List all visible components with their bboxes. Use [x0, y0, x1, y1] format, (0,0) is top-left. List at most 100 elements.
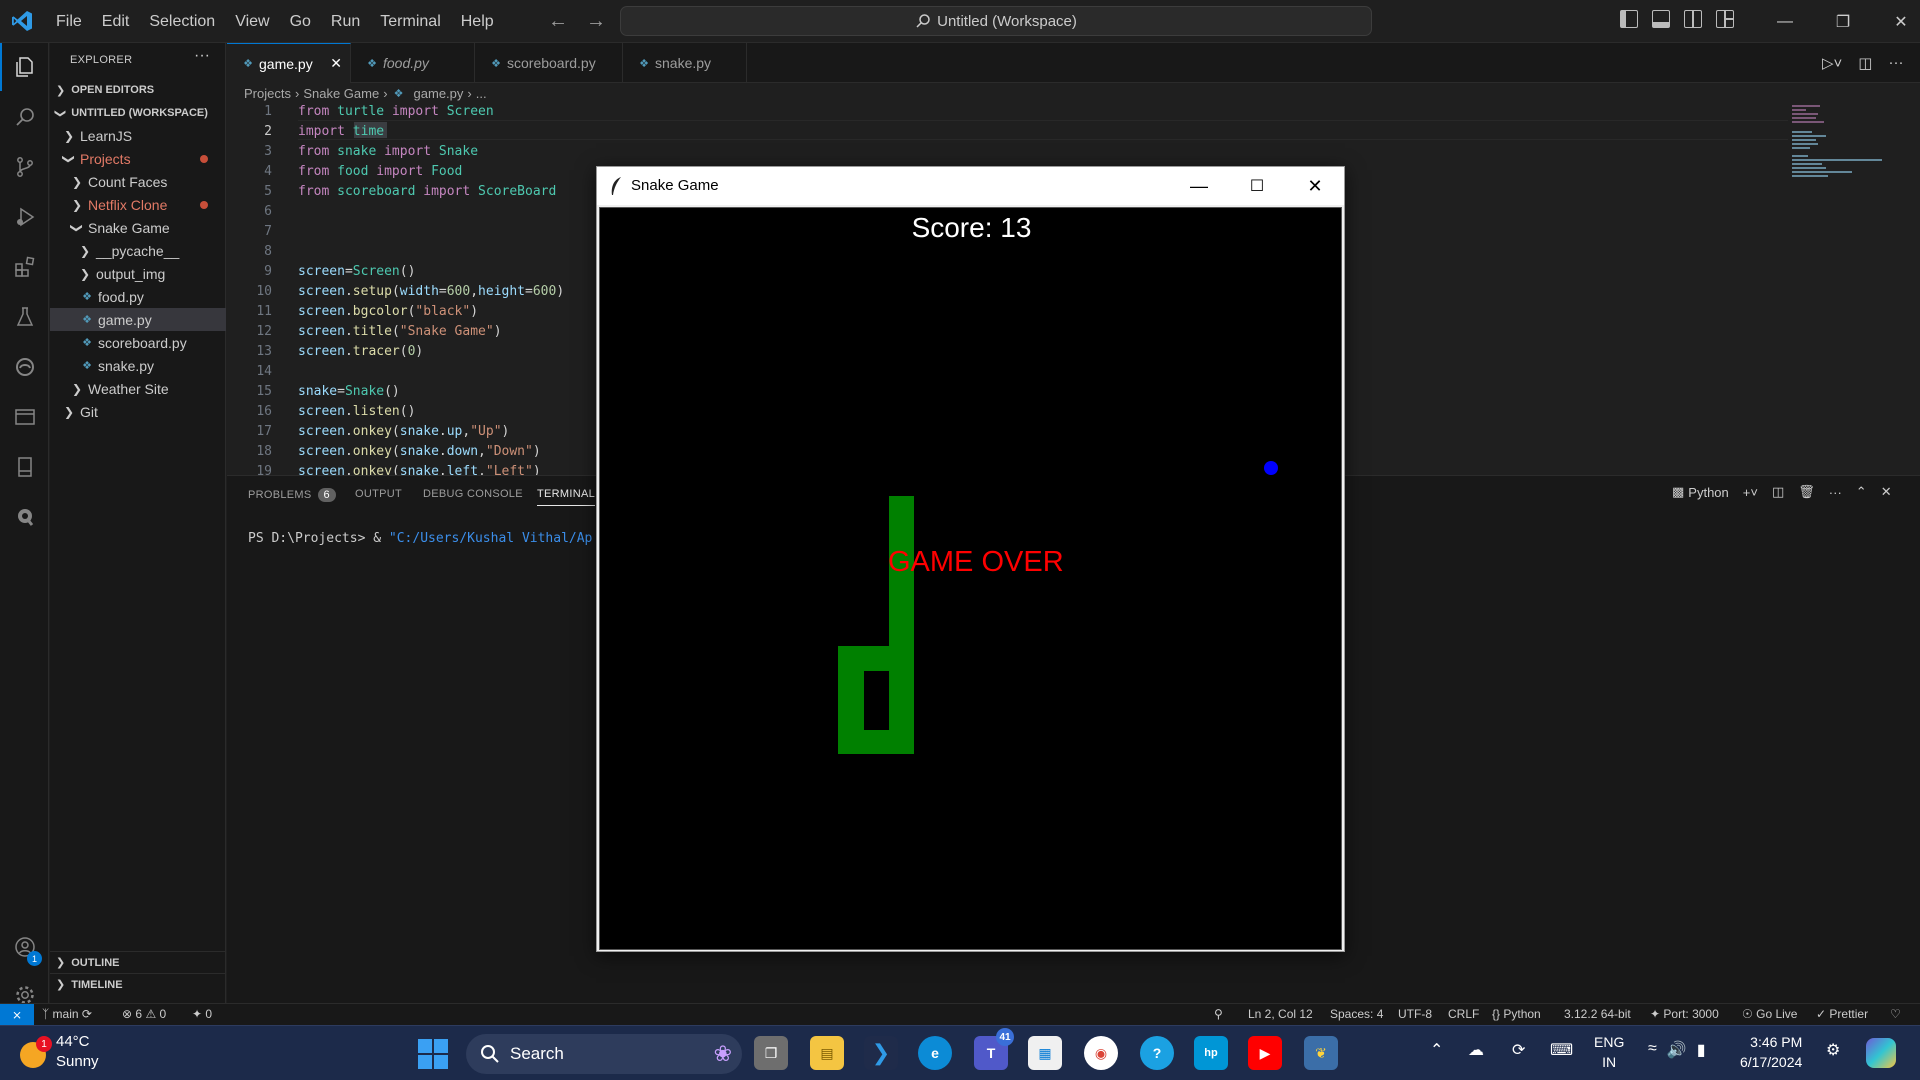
- game-canvas[interactable]: Score: 13 GAME OVER: [599, 207, 1342, 950]
- more-actions-icon[interactable]: ···: [1829, 485, 1842, 500]
- indentation[interactable]: Spaces: 4: [1330, 1007, 1383, 1021]
- close-icon[interactable]: ✕: [330, 55, 342, 72]
- toggle-primary-sidebar-icon[interactable]: [1620, 10, 1638, 28]
- zoom-icon[interactable]: ⚲: [1214, 1007, 1223, 1021]
- encoding[interactable]: UTF-8: [1398, 1007, 1432, 1021]
- tab-game-py[interactable]: ❖ game.py ✕: [227, 43, 351, 83]
- minimize-icon[interactable]: —: [1756, 0, 1814, 43]
- tab-food-py[interactable]: ❖ food.py: [351, 43, 475, 83]
- run-python-icon[interactable]: ▷˅: [1822, 54, 1842, 72]
- tree-item-output-img[interactable]: ❯ output_img: [50, 262, 226, 285]
- language-mode[interactable]: {} Python: [1492, 1007, 1541, 1021]
- breadcrumb-item[interactable]: Snake Game: [303, 86, 379, 101]
- go-live-button[interactable]: ☉ Go Live: [1742, 1007, 1797, 1021]
- python-taskbar-icon[interactable]: ❦: [1304, 1036, 1338, 1070]
- cursor-position[interactable]: Ln 2, Col 12: [1248, 1007, 1313, 1021]
- youtube-icon[interactable]: ▶: [1248, 1036, 1282, 1070]
- restore-icon[interactable]: ❐: [1814, 0, 1872, 43]
- menu-file[interactable]: File: [46, 0, 92, 43]
- accounts-icon[interactable]: 1: [0, 923, 49, 971]
- open-editors-section[interactable]: ❯ OPEN EDITORS: [50, 79, 226, 101]
- weather-widget[interactable]: 1 44°C Sunny: [20, 1032, 99, 1072]
- tree-item-pycache[interactable]: ❯ __pycache__: [50, 239, 226, 262]
- onedrive-icon[interactable]: ☁: [1468, 1040, 1484, 1060]
- notifications-icon[interactable]: ⚙: [1826, 1040, 1840, 1060]
- tree-item-learnjs[interactable]: ❯ LearnJS: [50, 124, 226, 147]
- windows-start-icon[interactable]: [418, 1039, 448, 1069]
- language-indicator[interactable]: ENG IN: [1594, 1032, 1624, 1072]
- minimize-icon[interactable]: —: [1170, 167, 1228, 205]
- tree-item-snake-game[interactable]: ❯ Snake Game: [50, 216, 226, 239]
- close-icon[interactable]: ✕: [1872, 0, 1920, 43]
- testing-icon[interactable]: [0, 293, 49, 341]
- notification-bell-icon[interactable]: ♡: [1890, 1007, 1901, 1021]
- myhp-icon[interactable]: hp: [1194, 1036, 1228, 1070]
- close-panel-icon[interactable]: ✕: [1881, 484, 1892, 500]
- tree-item-scoreboard-py[interactable]: ❖ scoreboard.py: [50, 331, 226, 354]
- system-tray[interactable]: ≈ 🔊 ▮: [1648, 1040, 1706, 1060]
- extensions-icon[interactable]: [0, 243, 49, 291]
- split-editor-icon[interactable]: ◫: [1858, 54, 1872, 72]
- problems-status[interactable]: ⊗ 6 ⚠ 0: [122, 1007, 166, 1021]
- more-actions-icon[interactable]: ···: [1888, 54, 1903, 72]
- branch-status[interactable]: ᛉ main ⟳: [42, 1007, 92, 1021]
- task-view-icon[interactable]: ❐: [754, 1036, 788, 1070]
- port-status[interactable]: ✦ Port: 3000: [1650, 1007, 1719, 1021]
- tab-terminal[interactable]: TERMINAL: [537, 488, 596, 506]
- toggle-panel-icon[interactable]: [1652, 10, 1670, 28]
- maximize-panel-icon[interactable]: ⌃: [1856, 484, 1867, 500]
- python-interpreter[interactable]: 3.12.2 64-bit: [1564, 1007, 1631, 1021]
- tree-item-weather-site[interactable]: ❯ Weather Site: [50, 377, 226, 400]
- tab-problems[interactable]: PROBLEMS 6: [248, 488, 336, 502]
- command-center[interactable]: Untitled (Workspace): [620, 6, 1372, 36]
- microsoft-store-icon[interactable]: ▦: [1028, 1036, 1062, 1070]
- source-control-icon[interactable]: [0, 143, 49, 191]
- help-icon[interactable]: ?: [1140, 1036, 1174, 1070]
- toggle-secondary-sidebar-icon[interactable]: [1684, 10, 1702, 28]
- chrome-icon[interactable]: ◉: [1084, 1036, 1118, 1070]
- file-explorer-icon[interactable]: ▤: [810, 1036, 844, 1070]
- timeline-section[interactable]: ❯ TIMELINE: [50, 973, 226, 995]
- system-clock[interactable]: 3:46 PM 6/17/2024: [1740, 1032, 1802, 1072]
- quokka-icon[interactable]: [0, 493, 49, 541]
- menu-run[interactable]: Run: [321, 0, 370, 43]
- explorer-icon[interactable]: [0, 43, 49, 91]
- sync-icon[interactable]: ⟳: [1512, 1040, 1525, 1060]
- breadcrumb-item[interactable]: Projects: [244, 86, 291, 101]
- tree-item-git[interactable]: ❯ Git: [50, 400, 226, 423]
- tree-item-game-py[interactable]: ❖ game.py: [50, 308, 226, 331]
- maximize-icon[interactable]: ☐: [1228, 167, 1286, 205]
- workspace-section[interactable]: ❯ UNTITLED (WORKSPACE): [50, 102, 226, 124]
- prettier-status[interactable]: ✓ Prettier: [1816, 1007, 1868, 1021]
- terminal-output[interactable]: PS D:\Projects> & "C:/Users/Kushal Vitha…: [248, 531, 592, 546]
- new-terminal-icon[interactable]: +˅: [1743, 485, 1758, 500]
- menu-selection[interactable]: Selection: [139, 0, 225, 43]
- keyboard-icon[interactable]: ⌨: [1550, 1040, 1573, 1060]
- split-terminal-icon[interactable]: ◫: [1772, 484, 1784, 500]
- search-icon[interactable]: [0, 93, 49, 141]
- customize-layout-icon[interactable]: [1716, 10, 1734, 28]
- more-actions-icon[interactable]: ···: [194, 47, 210, 65]
- ports-status[interactable]: ✦ 0: [192, 1007, 212, 1021]
- remote-explorer-icon[interactable]: [0, 393, 49, 441]
- tab-output[interactable]: OUTPUT: [355, 488, 402, 500]
- forward-arrow-icon[interactable]: →: [586, 10, 606, 33]
- tree-item-netflix-clone[interactable]: ❯ Netflix Clone: [50, 193, 226, 216]
- teams-icon[interactable]: T 41: [974, 1028, 1014, 1070]
- edge-devtools-icon[interactable]: [0, 343, 49, 391]
- end-of-line[interactable]: CRLF: [1448, 1007, 1479, 1021]
- remote-indicator-icon[interactable]: ⨯: [0, 1004, 34, 1026]
- tree-item-projects[interactable]: ❯ Projects: [50, 147, 226, 170]
- close-icon[interactable]: ✕: [1286, 167, 1344, 205]
- run-debug-icon[interactable]: [0, 193, 49, 241]
- copilot-icon[interactable]: [1866, 1038, 1896, 1068]
- menu-help[interactable]: Help: [451, 0, 504, 43]
- tab-debug-console[interactable]: DEBUG CONSOLE: [423, 488, 523, 500]
- menu-view[interactable]: View: [225, 0, 279, 43]
- tree-item-food-py[interactable]: ❖ food.py: [50, 285, 226, 308]
- tab-snake-py[interactable]: ❖ snake.py: [623, 43, 747, 83]
- taskbar-search[interactable]: Search ❀: [466, 1034, 742, 1074]
- menu-edit[interactable]: Edit: [92, 0, 140, 43]
- minimap[interactable]: [1792, 105, 1892, 195]
- terminal-shell-selector[interactable]: ▩ Python: [1672, 484, 1729, 500]
